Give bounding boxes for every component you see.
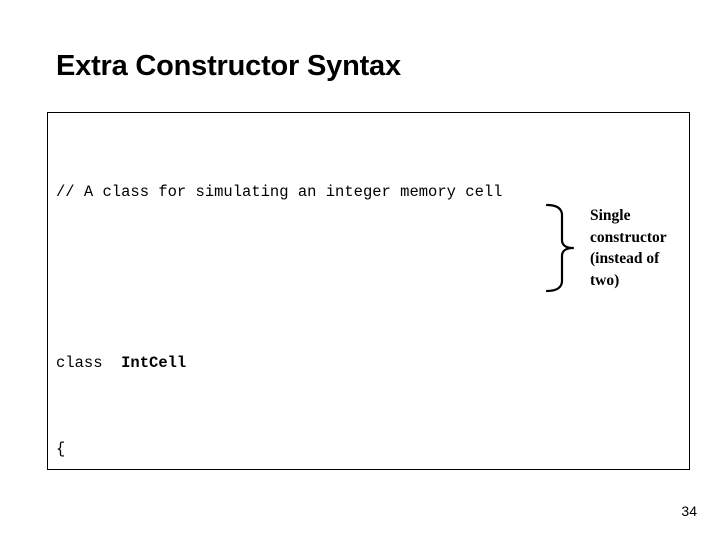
annotation-text: Single constructor (instead of two) <box>590 205 690 291</box>
code-token-class-name: IntCell <box>121 354 187 373</box>
annotation-line-4: two) <box>590 271 620 289</box>
code-token-comment: // A class for simulating an integer mem… <box>56 183 503 202</box>
code-line-comment: // A class for simulating an integer mem… <box>56 182 502 203</box>
code-line-class-decl: class IntCell <box>56 353 502 374</box>
annotation-line-1: Single <box>590 207 631 224</box>
code-listing: // A class for simulating an integer mem… <box>56 118 502 469</box>
code-line-open-brace: { <box>56 439 502 460</box>
code-token-open-brace: { <box>56 440 66 459</box>
curly-brace-icon <box>545 203 575 293</box>
annotation-line-2: constructor <box>590 228 667 246</box>
code-line-blank-1 <box>56 268 502 289</box>
annotation-callout: Single constructor (instead of two) <box>541 200 691 300</box>
code-token-class-keyword: class <box>56 354 122 373</box>
page-title: Extra Constructor Syntax <box>56 50 401 82</box>
annotation-line-3: (instead of <box>590 250 660 267</box>
page-number: 34 <box>681 503 697 519</box>
